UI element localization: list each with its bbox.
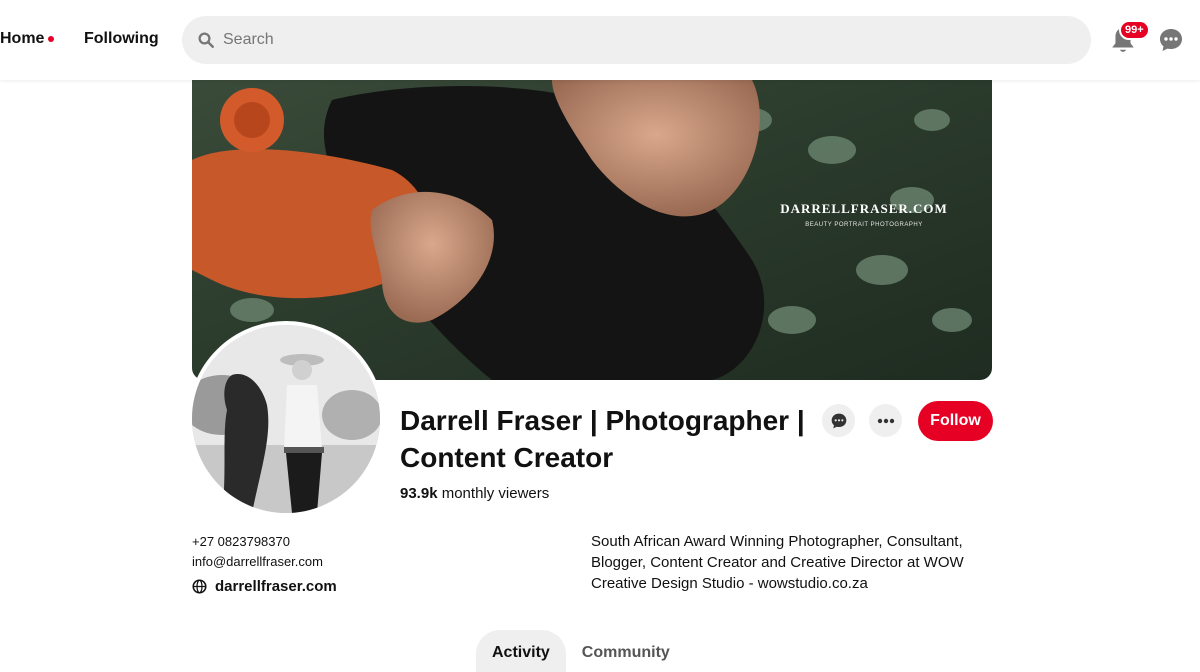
chat-bubble-icon (831, 413, 846, 428)
website-link[interactable]: darrellfraser.com (192, 578, 337, 595)
cover-watermark-subtitle: BEAUTY PORTRAIT PHOTOGRAPHY (805, 222, 922, 228)
search-bar[interactable] (182, 16, 1091, 64)
email-address[interactable]: info@darrellfraser.com (192, 552, 323, 572)
profile-bio: South African Award Winning Photographer… (591, 533, 964, 592)
nav-home-link[interactable]: Home (0, 30, 55, 48)
search-input[interactable] (221, 30, 1065, 50)
unread-dot-indicator (48, 36, 55, 42)
tab-activity[interactable]: Activity (476, 630, 566, 672)
avatar[interactable] (188, 321, 384, 517)
contact-info: +27 0823798370 info@darrellfraser.com (192, 532, 323, 572)
nav-home-label: Home (0, 30, 45, 47)
monthly-viewers-count: 93.9k (400, 485, 438, 502)
nav-following-link[interactable]: Following (84, 30, 159, 48)
phone-number[interactable]: +27 0823798370 (192, 532, 323, 552)
profile-tabs: Activity Community (476, 630, 686, 672)
chat-bubble-icon[interactable] (1159, 28, 1183, 52)
ellipsis-icon (877, 418, 894, 423)
message-button[interactable] (822, 404, 855, 437)
profile-name-line2: Content Creator (400, 442, 614, 473)
cover-watermark: DARRELLFRASER.COM (780, 201, 948, 216)
tab-community[interactable]: Community (566, 630, 686, 672)
monthly-viewers: 93.9k monthly viewers (400, 485, 549, 502)
notification-badge: 99+ (1119, 20, 1150, 40)
follow-button[interactable]: Follow (918, 401, 993, 441)
profile-name-line1: Darrell Fraser | Photographer | (400, 405, 805, 436)
profile-name: Darrell Fraser | Photographer | Content … (400, 402, 810, 476)
website-label: darrellfraser.com (215, 578, 337, 595)
more-options-button[interactable] (869, 404, 902, 437)
top-navigation-bar: Home Following 99+ (0, 0, 1200, 80)
globe-icon (192, 579, 207, 594)
search-icon (198, 32, 214, 48)
monthly-viewers-label: monthly viewers (441, 485, 550, 502)
